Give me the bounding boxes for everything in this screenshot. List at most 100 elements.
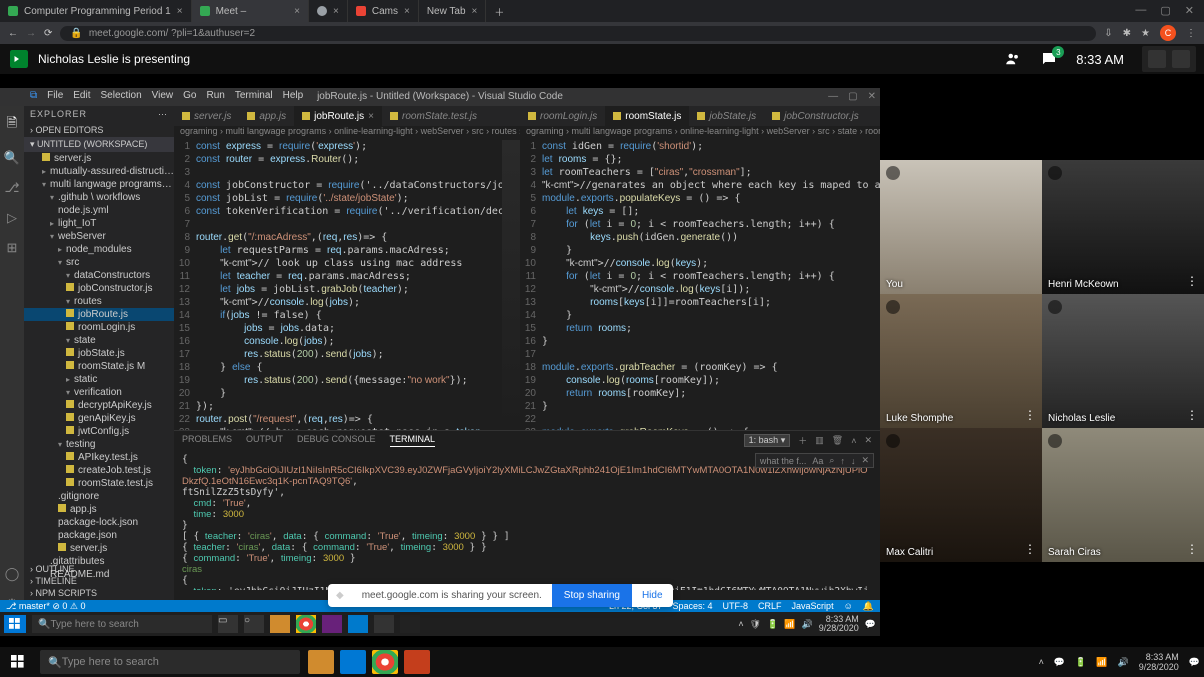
back-icon[interactable]: ← [8, 28, 18, 39]
tree-item[interactable]: verification [24, 386, 174, 399]
tree-item[interactable]: APIkey.test.js [24, 451, 174, 464]
bell-icon[interactable]: 🔔 [863, 601, 874, 612]
browser-tab[interactable]: × [309, 0, 348, 22]
more-icon[interactable]: ⋮ [1186, 542, 1198, 556]
section-npm[interactable]: › NPM SCRIPTS [24, 586, 174, 600]
minimize-icon[interactable]: — [828, 88, 838, 106]
source-control-icon[interactable]: ⎇ [5, 180, 20, 196]
editor-tab[interactable]: server.js [174, 106, 239, 126]
browser-tab[interactable]: Cams× [348, 0, 419, 22]
extension-icon[interactable]: ⇩ [1104, 28, 1112, 39]
chevron-up-icon[interactable]: ↑ [840, 456, 845, 466]
close-icon[interactable]: ✕ [864, 435, 872, 446]
menu-item[interactable]: Help [283, 90, 304, 101]
more-icon[interactable]: ⋮ [1024, 408, 1036, 422]
stop-sharing-button[interactable]: Stop sharing [552, 584, 632, 607]
more-icon[interactable]: ⋯ [158, 109, 168, 120]
terminal-output[interactable]: { token: 'eyJhbGciOiJIUzI1NiIsInR5cCI6Ik… [174, 450, 880, 590]
tray-date[interactable]: 9/28/2020 [1139, 662, 1179, 672]
section-workspace[interactable]: ▾ UNTITLED (WORKSPACE) [24, 137, 174, 152]
maximize-icon[interactable]: ▢ [1160, 4, 1170, 17]
tree-item[interactable]: roomState.test.js [24, 477, 174, 490]
tree-item[interactable]: node_modules [24, 243, 174, 256]
more-icon[interactable]: ⋮ [1186, 274, 1198, 288]
new-terminal-icon[interactable]: ＋ [798, 434, 807, 447]
github-icon[interactable] [374, 615, 394, 633]
chevron-down-icon[interactable]: ↓ [851, 456, 856, 466]
editor-right[interactable]: 1const idGen = require('shortid'); 2let … [520, 140, 880, 430]
new-tab-button[interactable]: ＋ [486, 0, 512, 22]
close-icon[interactable]: × [404, 6, 410, 17]
minimap[interactable] [502, 140, 520, 430]
tray-icon[interactable]: 🔊 [802, 619, 813, 630]
editor-left[interactable]: 1const express = require('express'); 2co… [174, 140, 520, 430]
tray-icon[interactable]: 🔋 [1075, 657, 1086, 668]
tray-date[interactable]: 9/28/2020 [819, 624, 859, 633]
close-icon[interactable]: ✕ [868, 88, 876, 106]
section-open-editors[interactable]: › OPEN EDITORS [24, 123, 174, 137]
tree-item[interactable]: static [24, 373, 174, 386]
extension-icon[interactable]: ✱ [1123, 28, 1131, 39]
close-icon[interactable]: × [333, 6, 339, 17]
close-icon[interactable]: × [294, 6, 300, 17]
tree-item[interactable]: decryptApiKey.js [24, 399, 174, 412]
explorer-icon[interactable]: 🗎 [7, 114, 17, 136]
tree-item[interactable]: webServer [24, 230, 174, 243]
browser-tab[interactable]: New Tab× [419, 0, 487, 22]
panel-tab[interactable]: OUTPUT [246, 434, 283, 447]
editor-tab[interactable]: roomState.js [605, 106, 689, 126]
terminal-selector[interactable]: 1: bash ▾ [744, 434, 791, 447]
tray-icon[interactable]: 💬 [1054, 657, 1065, 668]
editor-tab[interactable]: app.js [239, 106, 294, 126]
participant-tile[interactable]: Luke Shomphe⋮ [880, 294, 1042, 428]
participant-tile[interactable]: Henri McKeown⋮ [1042, 160, 1204, 294]
tree-item[interactable]: node.js.yml [24, 204, 174, 217]
search-input[interactable]: 🔍 Type here to search [32, 615, 212, 633]
notifications-icon[interactable]: 💬 [1189, 657, 1200, 668]
more-icon[interactable]: ⋮ [1186, 408, 1198, 422]
tree-item[interactable]: .gitignore [24, 490, 174, 503]
panel-tab[interactable]: PROBLEMS [182, 434, 232, 447]
chevron-up-icon[interactable]: ˄ [851, 436, 856, 446]
tree-item[interactable]: package.json [24, 529, 174, 542]
run-icon[interactable]: ▷ [7, 210, 17, 226]
mail-icon[interactable] [340, 650, 366, 674]
tree-item[interactable]: src [24, 256, 174, 269]
status-item[interactable]: CRLF [758, 601, 782, 612]
browser-tab[interactable]: Computer Programming Period 1× [0, 0, 192, 22]
tree-item[interactable]: jobRoute.js [24, 308, 174, 321]
taskview-icon[interactable]: ▭ [218, 615, 238, 633]
editor-tab[interactable]: jobRoute.js × [294, 106, 382, 126]
terminal-icon[interactable] [400, 615, 420, 633]
tree-item[interactable]: roomLogin.js [24, 321, 174, 334]
tree-item[interactable]: genApiKey.js [24, 412, 174, 425]
profile-avatar[interactable]: C [1160, 25, 1176, 41]
file-tree[interactable]: server.jsmutually-assured-distructionmul… [24, 152, 174, 581]
grid-icon[interactable] [1172, 50, 1190, 68]
panel-tab[interactable]: DEBUG CONSOLE [297, 434, 376, 447]
menu-icon[interactable]: ⋮ [1186, 28, 1196, 39]
close-icon[interactable]: ✕ [861, 455, 869, 466]
menu-item[interactable]: Terminal [235, 90, 273, 101]
tree-item[interactable]: state [24, 334, 174, 347]
close-icon[interactable]: ✕ [1185, 4, 1194, 17]
self-tile-icon[interactable] [1148, 50, 1166, 68]
editor-tab[interactable]: jobConstructor.js [764, 106, 867, 126]
tray-icon[interactable]: 📶 [784, 619, 795, 630]
chat-button[interactable]: 3 [1040, 50, 1058, 68]
cortana-icon[interactable]: ○ [244, 615, 264, 633]
split-terminal-icon[interactable]: ▥ [815, 435, 824, 446]
tree-item[interactable]: jobConstructor.js [24, 282, 174, 295]
vscode-icon[interactable] [348, 615, 368, 633]
close-icon[interactable]: × [177, 6, 183, 17]
explorer-sidebar[interactable]: EXPLORER⋯ › OPEN EDITORS ▾ UNTITLED (WOR… [24, 106, 174, 600]
tree-item[interactable]: routes [24, 295, 174, 308]
tray-icon[interactable]: 🔊 [1118, 657, 1129, 668]
tray-icon[interactable]: 🔋 [767, 619, 778, 630]
people-button[interactable] [1004, 50, 1022, 68]
tree-item[interactable]: .github \ workflows [24, 191, 174, 204]
tree-item[interactable]: light_IoT [24, 217, 174, 230]
tree-item[interactable]: app.js [24, 503, 174, 516]
menu-item[interactable]: Run [206, 90, 224, 101]
tree-item[interactable]: server.js [24, 152, 174, 165]
